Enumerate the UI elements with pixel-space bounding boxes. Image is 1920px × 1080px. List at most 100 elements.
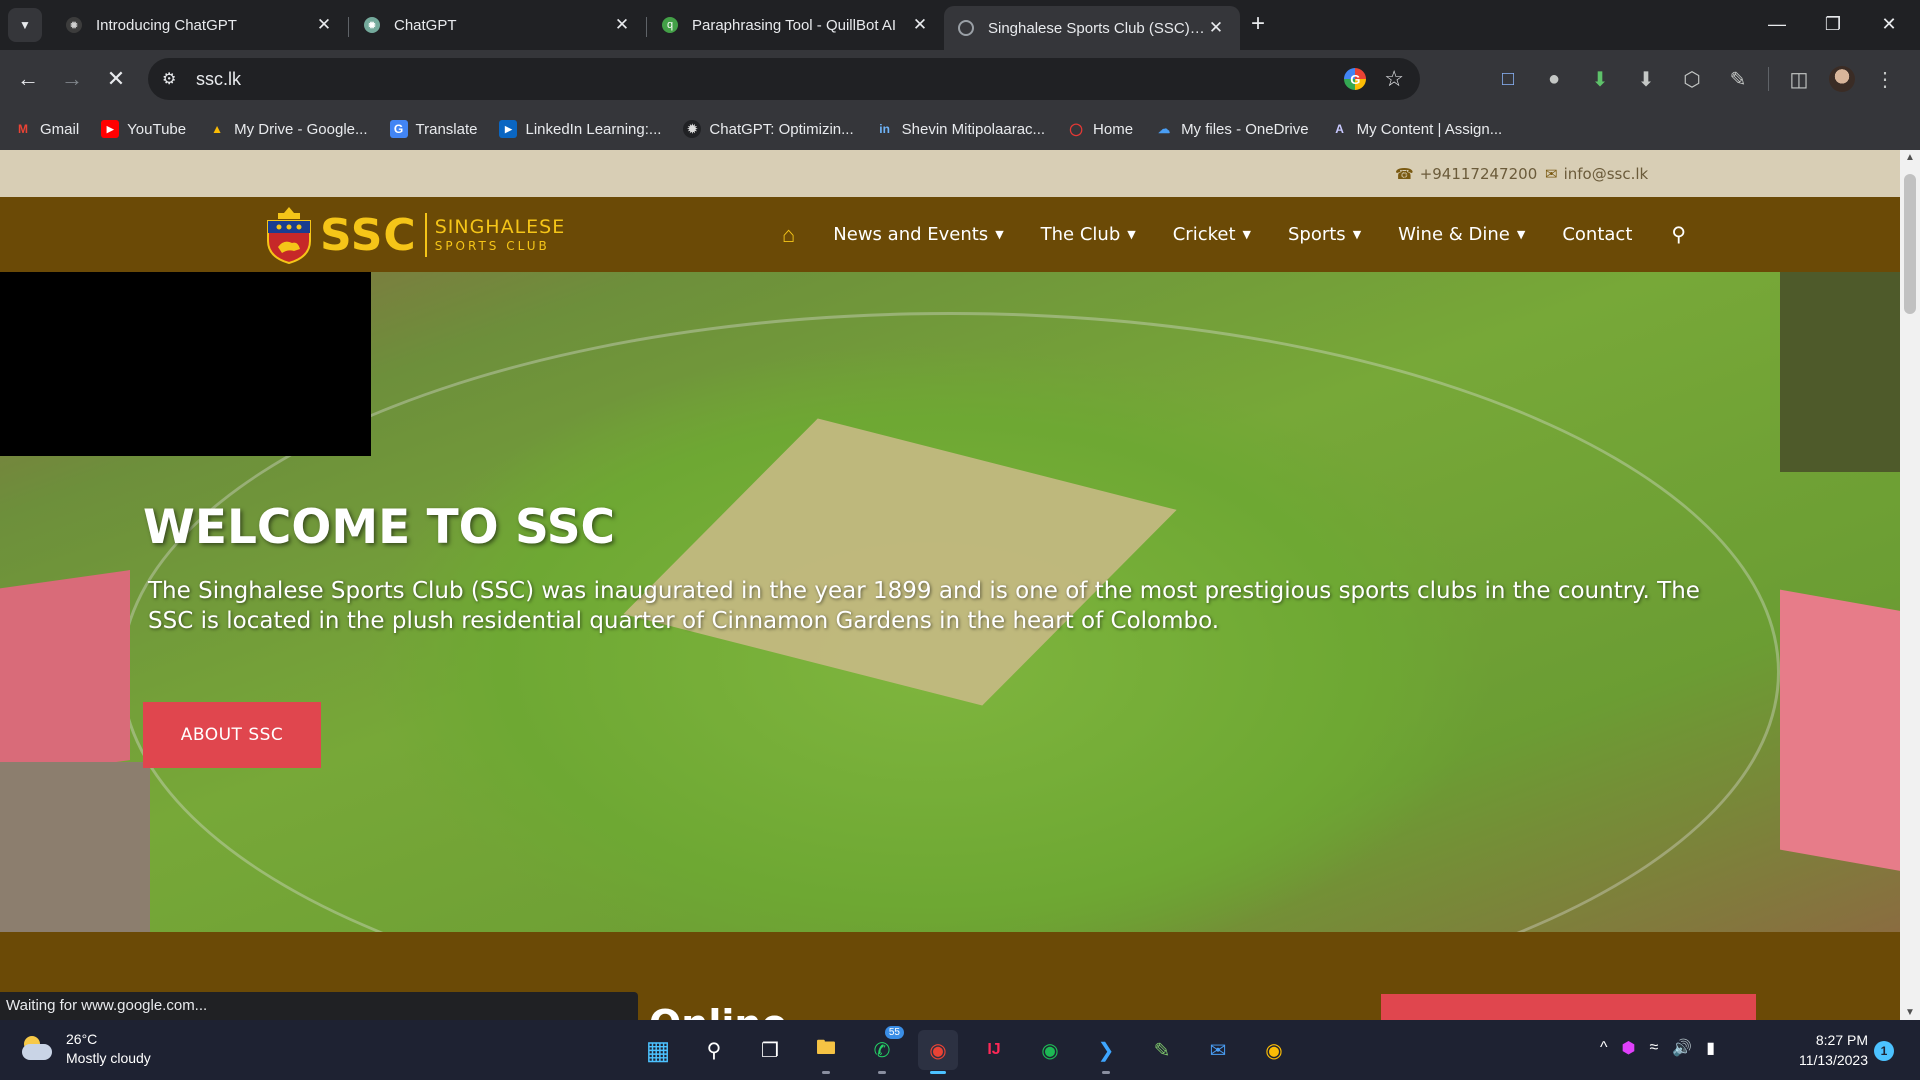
- intellij-icon[interactable]: IJ: [974, 1030, 1014, 1070]
- weather-widget[interactable]: 26°C Mostly cloudy: [20, 1030, 151, 1068]
- nav-sports[interactable]: Sports ▼: [1288, 224, 1361, 245]
- minimize-icon[interactable]: —: [1754, 8, 1800, 40]
- chatgpt-icon: ✹: [683, 120, 702, 138]
- bookmark-linkedin[interactable]: in Shevin Mitipolaarac...: [876, 120, 1045, 138]
- volume-icon[interactable]: 🔊: [1672, 1038, 1692, 1058]
- weather-description: Mostly cloudy: [66, 1050, 151, 1066]
- notification-badge[interactable]: 1: [1874, 1041, 1894, 1061]
- contact-phone[interactable]: ☎ +94117247200: [1395, 165, 1537, 183]
- close-tab-icon[interactable]: ✕: [1206, 18, 1226, 38]
- ssc-logo[interactable]: SSC SINGHALESE SPORTS CLUB: [264, 205, 565, 265]
- stop-loading-icon[interactable]: ✕: [98, 61, 134, 97]
- extensions-puzzle-icon[interactable]: ✎: [1722, 63, 1754, 95]
- chevron-down-icon: ▼: [1352, 228, 1362, 241]
- bookmark-my-content[interactable]: A My Content | Assign...: [1331, 120, 1502, 138]
- bookmark-star-icon[interactable]: ☆: [1384, 66, 1404, 92]
- bookmark-label: My files - OneDrive: [1181, 120, 1309, 138]
- bookmark-onedrive[interactable]: ☁ My files - OneDrive: [1155, 120, 1309, 138]
- trees: [1780, 272, 1900, 472]
- hero-title: WELCOME TO SSC: [143, 500, 616, 555]
- task-view-icon[interactable]: ❐: [750, 1030, 790, 1070]
- notepad-icon[interactable]: ✎: [1142, 1030, 1182, 1070]
- scroll-down-arrow-icon[interactable]: ▼: [1905, 1007, 1915, 1018]
- web-page: ☎ +94117247200 ✉ info@ssc.lk SSC SINGHALES…: [0, 150, 1900, 1020]
- site-info-icon[interactable]: ⚙: [162, 69, 186, 89]
- toolbar-separator: [1768, 67, 1769, 91]
- bookmark-linkedin-learning[interactable]: ▶ LinkedIn Learning:...: [499, 120, 661, 138]
- battery-icon[interactable]: ▮: [1706, 1038, 1715, 1058]
- taskbar-clock[interactable]: 8:27 PM 11/13/2023: [1782, 1030, 1868, 1070]
- scroll-up-arrow-icon[interactable]: ▲: [1905, 152, 1915, 163]
- logo-line-2: SPORTS CLUB: [434, 239, 550, 253]
- nav-wine-and-dine[interactable]: Wine & Dine ▼: [1398, 224, 1525, 245]
- loading-spinner-icon: [958, 20, 974, 36]
- bookmark-gmail[interactable]: M Gmail: [14, 120, 79, 138]
- bookmark-home[interactable]: ◯ Home: [1067, 120, 1133, 138]
- chrome-icon[interactable]: ◉: [918, 1030, 958, 1074]
- bookmark-youtube[interactable]: ▶ YouTube: [101, 120, 186, 138]
- whatsapp-badge: 55: [884, 1026, 904, 1039]
- more-menu-icon[interactable]: ⋮: [1869, 63, 1901, 95]
- download-ext-icon[interactable]: ⬇: [1584, 63, 1616, 95]
- tab-quillbot[interactable]: q Paraphrasing Tool - QuillBot AI ✕: [648, 6, 944, 44]
- new-tab-plus-icon[interactable]: +: [1244, 10, 1272, 38]
- address-bar-url[interactable]: ssc.lk: [196, 69, 241, 90]
- phone-number: +94117247200: [1419, 165, 1538, 183]
- bookmark-label: LinkedIn Learning:...: [525, 120, 662, 138]
- hero-banner: WELCOME TO SSC The Singhalese Sports Clu…: [0, 272, 1900, 932]
- side-panel-icon[interactable]: ◫: [1783, 63, 1815, 95]
- downloads-icon[interactable]: ⬇: [1630, 63, 1662, 95]
- profile-avatar[interactable]: [1829, 66, 1855, 92]
- nav-cricket[interactable]: Cricket ▼: [1173, 224, 1251, 245]
- home-icon[interactable]: ⌂: [782, 222, 795, 248]
- close-tab-icon[interactable]: ✕: [314, 15, 334, 35]
- red-panel: [1381, 994, 1756, 1020]
- tab-introducing-chatgpt[interactable]: ✹ Introducing ChatGPT ✕: [52, 6, 348, 44]
- tab-search-button[interactable]: ▼: [8, 8, 42, 42]
- scroll-thumb[interactable]: [1904, 174, 1916, 314]
- google-lens-icon[interactable]: G: [1344, 68, 1367, 90]
- chatgpt-favicon-icon: ✹: [66, 17, 82, 33]
- clock-time: 8:27 PM: [1815, 1032, 1868, 1048]
- wifi-icon[interactable]: ≈: [1649, 1039, 1658, 1057]
- bookmark-translate[interactable]: G Translate: [389, 120, 477, 138]
- nav-contact[interactable]: Contact: [1562, 224, 1632, 245]
- nav-the-club[interactable]: The Club ▼: [1041, 224, 1136, 245]
- tab-ssc[interactable]: Singhalese Sports Club (SSC) - I ✕: [944, 6, 1240, 50]
- bookmark-google-drive[interactable]: ▲ My Drive - Google...: [208, 120, 367, 138]
- whatsapp-icon[interactable]: ✆ 55: [862, 1026, 904, 1074]
- extension-icon[interactable]: ●: [1538, 63, 1570, 95]
- mail-icon[interactable]: ✉: [1198, 1030, 1238, 1070]
- about-ssc-button[interactable]: ABOUT SSC: [143, 702, 321, 768]
- google-translate-ext-icon[interactable]: □: [1492, 63, 1524, 95]
- tab-separator: [646, 17, 647, 37]
- windows-start-icon[interactable]: ▦: [638, 1030, 678, 1070]
- nav-news-and-events[interactable]: News and Events ▼: [833, 224, 1003, 245]
- spotify-icon[interactable]: ◉: [1030, 1030, 1070, 1070]
- close-tab-icon[interactable]: ✕: [910, 15, 930, 35]
- file-explorer-icon[interactable]: 🖿: [806, 1030, 846, 1074]
- back-arrow-icon[interactable]: ←: [10, 61, 46, 97]
- close-tab-icon[interactable]: ✕: [612, 15, 632, 35]
- logo-line-1: SINGHALESE: [434, 216, 566, 238]
- weather-temperature: 26°C: [66, 1031, 98, 1047]
- nav-label: Sports: [1287, 224, 1346, 245]
- chrome-profile-icon[interactable]: ◉: [1254, 1030, 1294, 1070]
- pavilion-roof-left: [0, 570, 130, 784]
- site-navbar: SSC SINGHALESE SPORTS CLUB ⌂ News and Ev…: [0, 197, 1900, 272]
- app-tray-icon[interactable]: ⬢: [1622, 1038, 1636, 1058]
- tab-chatgpt[interactable]: ✹ ChatGPT ✕: [350, 6, 646, 44]
- chevron-up-icon[interactable]: ^: [1600, 1039, 1608, 1057]
- search-icon[interactable]: ⚲: [694, 1030, 734, 1070]
- address-bar[interactable]: ⚙ ssc.lk G ☆: [148, 58, 1420, 100]
- cube-ext-icon[interactable]: ⬡: [1676, 63, 1708, 95]
- window-close-icon[interactable]: ✕: [1866, 8, 1912, 40]
- vscode-icon[interactable]: ❯: [1086, 1030, 1126, 1074]
- forward-arrow-icon[interactable]: →: [54, 61, 90, 97]
- chevron-down-icon: ▼: [1127, 228, 1136, 241]
- bookmark-chatgpt[interactable]: ✹ ChatGPT: Optimizin...: [683, 120, 854, 138]
- page-scrollbar[interactable]: ▲ ▼: [1900, 150, 1920, 1020]
- restore-icon[interactable]: ❐: [1810, 8, 1856, 40]
- search-icon[interactable]: ⚲: [1671, 222, 1686, 247]
- contact-email[interactable]: ✉ info@ssc.lk: [1545, 165, 1648, 183]
